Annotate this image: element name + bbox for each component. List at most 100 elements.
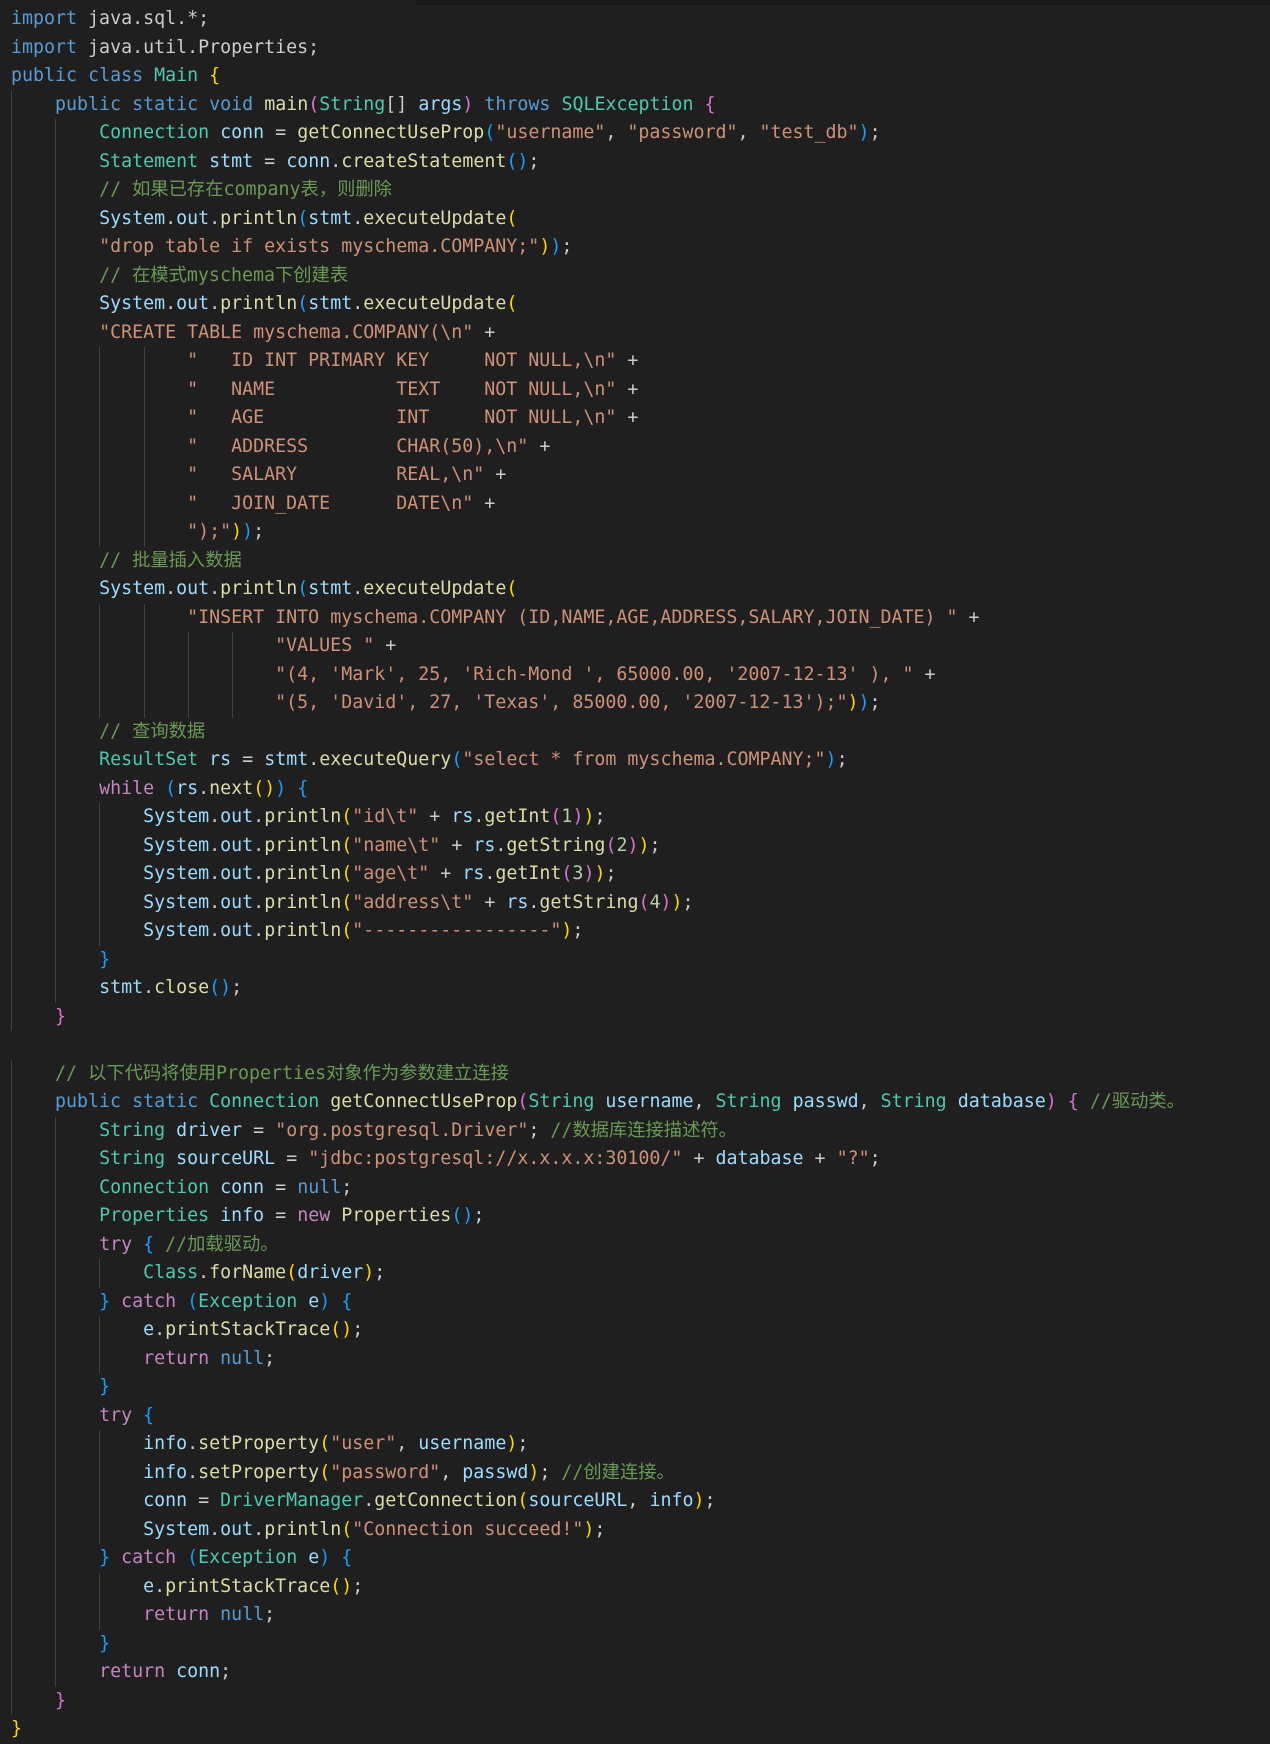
indent-guide: [99, 404, 101, 433]
code-line[interactable]: " AGE INT NOT NULL,\n" +: [11, 404, 1185, 433]
code-line[interactable]: info.setProperty("password", passwd); //…: [11, 1458, 1185, 1487]
code-line[interactable]: Connection conn = null;: [11, 1173, 1185, 1202]
code-line[interactable]: System.out.println("-----------------");: [11, 917, 1185, 946]
code-line[interactable]: info.setProperty("user", username);: [11, 1430, 1185, 1459]
variable-token: username: [605, 1091, 694, 1112]
code-line[interactable]: return conn;: [11, 1658, 1185, 1687]
code-line[interactable]: return null;: [11, 1601, 1185, 1630]
indent-guide: [11, 176, 12, 205]
code-line[interactable]: }: [11, 945, 1185, 974]
code-line[interactable]: "drop table if exists myschema.COMPANY;"…: [11, 233, 1185, 262]
code-line[interactable]: // 查询数据: [11, 717, 1185, 746]
code-line[interactable]: "CREATE TABLE myschema.COMPANY(\n" +: [11, 318, 1185, 347]
code-line[interactable]: "VALUES " +: [11, 632, 1185, 661]
code-line[interactable]: Properties info = new Properties();: [11, 1202, 1185, 1231]
code-line[interactable]: ResultSet rs = stmt.executeQuery("select…: [11, 746, 1185, 775]
code-line[interactable]: " ID INT PRIMARY KEY NOT NULL,\n" +: [11, 347, 1185, 376]
type-token: Properties: [99, 1205, 210, 1226]
plain-token: ;: [473, 1205, 485, 1226]
code-line[interactable]: }: [11, 1373, 1185, 1402]
bracket-token: ): [858, 692, 870, 713]
keyword-token: static: [132, 93, 199, 115]
string-token: "select * from myschema.COMPANY;": [462, 749, 826, 770]
code-line[interactable]: }: [11, 1715, 1185, 1744]
variable-token: System: [99, 293, 166, 314]
code-line[interactable]: System.out.println("name\t" + rs.getStri…: [11, 831, 1185, 860]
code-line[interactable]: try {: [11, 1401, 1185, 1430]
code-line[interactable]: " SALARY REAL,\n" +: [11, 461, 1185, 490]
bracket-token: (: [506, 207, 518, 229]
code-line[interactable]: return null;: [11, 1344, 1185, 1373]
code-line[interactable]: System.out.println("address\t" + rs.getS…: [11, 888, 1185, 917]
code-line[interactable]: public static void main(String[] args) t…: [11, 90, 1185, 119]
code-line[interactable]: try { //加载驱动。: [11, 1230, 1185, 1259]
plain-token: +: [473, 492, 496, 514]
code-line[interactable]: import java.util.Properties;: [11, 34, 1185, 63]
indent-guide: [55, 974, 57, 1003]
code-line[interactable]: e.printStackTrace();: [11, 1572, 1185, 1601]
code-line[interactable]: e.printStackTrace();: [11, 1316, 1185, 1345]
indent-guide: [11, 689, 12, 718]
code-line[interactable]: " NAME TEXT NOT NULL,\n" +: [11, 375, 1185, 404]
code-line[interactable]: // 批量插入数据: [11, 546, 1185, 575]
bracket-token: ): [1045, 1091, 1057, 1112]
code-line[interactable]: String driver = "org.postgresql.Driver";…: [11, 1116, 1185, 1145]
code-line[interactable]: conn = DriverManager.getConnection(sourc…: [11, 1487, 1185, 1516]
code-line[interactable]: stmt.close();: [11, 974, 1185, 1003]
code-line[interactable]: System.out.println(stmt.executeUpdate(: [11, 575, 1185, 604]
code-line[interactable]: System.out.println(stmt.executeUpdate(: [11, 290, 1185, 319]
code-line[interactable]: "INSERT INTO myschema.COMPANY (ID,NAME,A…: [11, 603, 1185, 632]
function-token: println: [264, 1518, 342, 1540]
code-line[interactable]: import java.sql.*;: [11, 5, 1185, 34]
variable-token: stmt: [99, 977, 144, 998]
code-editor[interactable]: import java.sql.*; import java.util.Prope…: [0, 0, 1270, 1744]
code-line[interactable]: System.out.println("id\t" + rs.getInt(1)…: [11, 803, 1185, 832]
code-line[interactable]: ");"));: [11, 518, 1185, 547]
indent-guide: [11, 1430, 12, 1459]
code-line[interactable]: }: [11, 1002, 1185, 1031]
code-line[interactable]: System.out.println("age\t" + rs.getInt(3…: [11, 860, 1185, 889]
code-line[interactable]: "(4, 'Mark', 25, 'Rich-Mond ', 65000.00,…: [11, 660, 1185, 689]
code-line[interactable]: }: [11, 1629, 1185, 1658]
string-token: "jdbc:postgresql://x.x.x.x:30100/": [308, 1148, 683, 1169]
code-line[interactable]: // 如果已存在company表，则删除: [11, 176, 1185, 205]
code-line[interactable]: " JOIN_DATE DATE\n" +: [11, 489, 1185, 518]
plain-token: .: [187, 1461, 199, 1483]
code-line[interactable]: } catch (Exception e) {: [11, 1287, 1185, 1316]
plain-token: =: [264, 1205, 298, 1226]
plain-token: ,: [440, 1461, 463, 1483]
code-line[interactable]: Statement stmt = conn.createStatement();: [11, 147, 1185, 176]
plain-token: ;: [869, 1148, 881, 1169]
code-area[interactable]: import java.sql.*; import java.util.Prope…: [11, 5, 1185, 1744]
code-line[interactable]: // 以下代码将使用Properties对象作为参数建立连接: [11, 1059, 1185, 1088]
string-token: "(5, 'David', 27, 'Texas', 85000.00, '20…: [275, 692, 848, 713]
plain-token: ;: [528, 1119, 551, 1141]
indent-guide: [143, 632, 145, 661]
code-line[interactable]: while (rs.next()) {: [11, 774, 1185, 803]
code-line[interactable]: System.out.println(stmt.executeUpdate(: [11, 204, 1185, 233]
code-line[interactable]: "(5, 'David', 27, 'Texas', 85000.00, '20…: [11, 689, 1185, 718]
variable-token: conn: [220, 122, 265, 143]
code-line[interactable]: Connection conn = getConnectUseProp("use…: [11, 119, 1185, 148]
plain-token: ;: [869, 692, 881, 713]
variable-token: rs: [209, 749, 232, 770]
code-line[interactable]: String sourceURL = "jdbc:postgresql://x.…: [11, 1145, 1185, 1174]
code-line[interactable]: public class Main {: [11, 62, 1185, 91]
bracket-token: ): [550, 236, 562, 257]
code-line[interactable]: [11, 1031, 1185, 1060]
code-line[interactable]: // 在模式myschema下创建表: [11, 261, 1185, 290]
string-token: " SALARY REAL,\n": [187, 464, 485, 485]
code-line[interactable]: public static Connection getConnectUsePr…: [11, 1088, 1185, 1117]
indent-guide: [55, 233, 57, 262]
code-line[interactable]: Class.forName(driver);: [11, 1259, 1185, 1288]
indent-guide: [99, 917, 101, 946]
code-line[interactable]: }: [11, 1686, 1185, 1715]
variable-token: sourceURL: [528, 1490, 628, 1511]
code-line[interactable]: " ADDRESS CHAR(50),\n" +: [11, 432, 1185, 461]
type-token: Connection: [209, 1091, 320, 1112]
code-line[interactable]: System.out.println("Connection succeed!"…: [11, 1515, 1185, 1544]
code-line[interactable]: } catch (Exception e) {: [11, 1544, 1185, 1573]
